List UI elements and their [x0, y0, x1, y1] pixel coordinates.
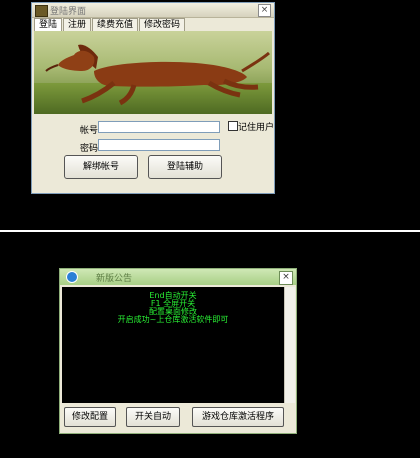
login-tabs: 登陆 注册 续费充值 修改密码 [34, 18, 186, 32]
close-icon[interactable]: × [279, 271, 293, 285]
notice-window: 新版公告 × End自动开关 F1 全屏开关 配置桌面修改 开启成功~上仓库激活… [59, 268, 297, 434]
unbind-account-button[interactable]: 解绑帐号 [64, 155, 138, 179]
notice-window-title: 新版公告 [96, 274, 133, 284]
activate-game-warehouse-button[interactable]: 游戏仓库激活程序 [192, 407, 284, 427]
tab-recharge[interactable]: 续费充值 [92, 18, 139, 32]
app-logo-icon [35, 5, 48, 17]
notice-title-bar: 新版公告 × [60, 269, 296, 285]
notice-console: End自动开关 F1 全屏开关 配置桌面修改 开启成功~上仓库激活软件即可 [62, 287, 284, 403]
remember-user-label: 记住用户 [238, 123, 275, 133]
tab-change-password[interactable]: 修改密码 [139, 18, 186, 32]
login-title-bar: 登陆界面 × [32, 3, 274, 18]
close-icon[interactable]: × [258, 4, 271, 17]
login-help-button[interactable]: 登陆辅助 [148, 155, 222, 179]
tab-register[interactable]: 注册 [63, 18, 92, 32]
remember-user-checkbox[interactable] [228, 121, 238, 131]
tab-login[interactable]: 登陆 [34, 18, 63, 32]
banner-image [34, 31, 272, 114]
notice-app-icon [66, 271, 78, 283]
console-scrollbar[interactable] [284, 287, 295, 403]
divider-line [0, 230, 420, 232]
toggle-auto-button[interactable]: 开关自动 [126, 407, 180, 427]
console-line: 开启成功~上仓库激活软件即可 [117, 315, 229, 324]
login-window-title: 登陆界面 [50, 7, 87, 17]
login-window: 登陆界面 × 登陆 注册 续费充值 修改密码 帐号: 记住用户 密码: 解绑帐号… [31, 2, 275, 194]
password-input[interactable] [98, 139, 220, 151]
modify-config-button[interactable]: 修改配置 [64, 407, 116, 427]
account-input[interactable] [98, 121, 220, 133]
